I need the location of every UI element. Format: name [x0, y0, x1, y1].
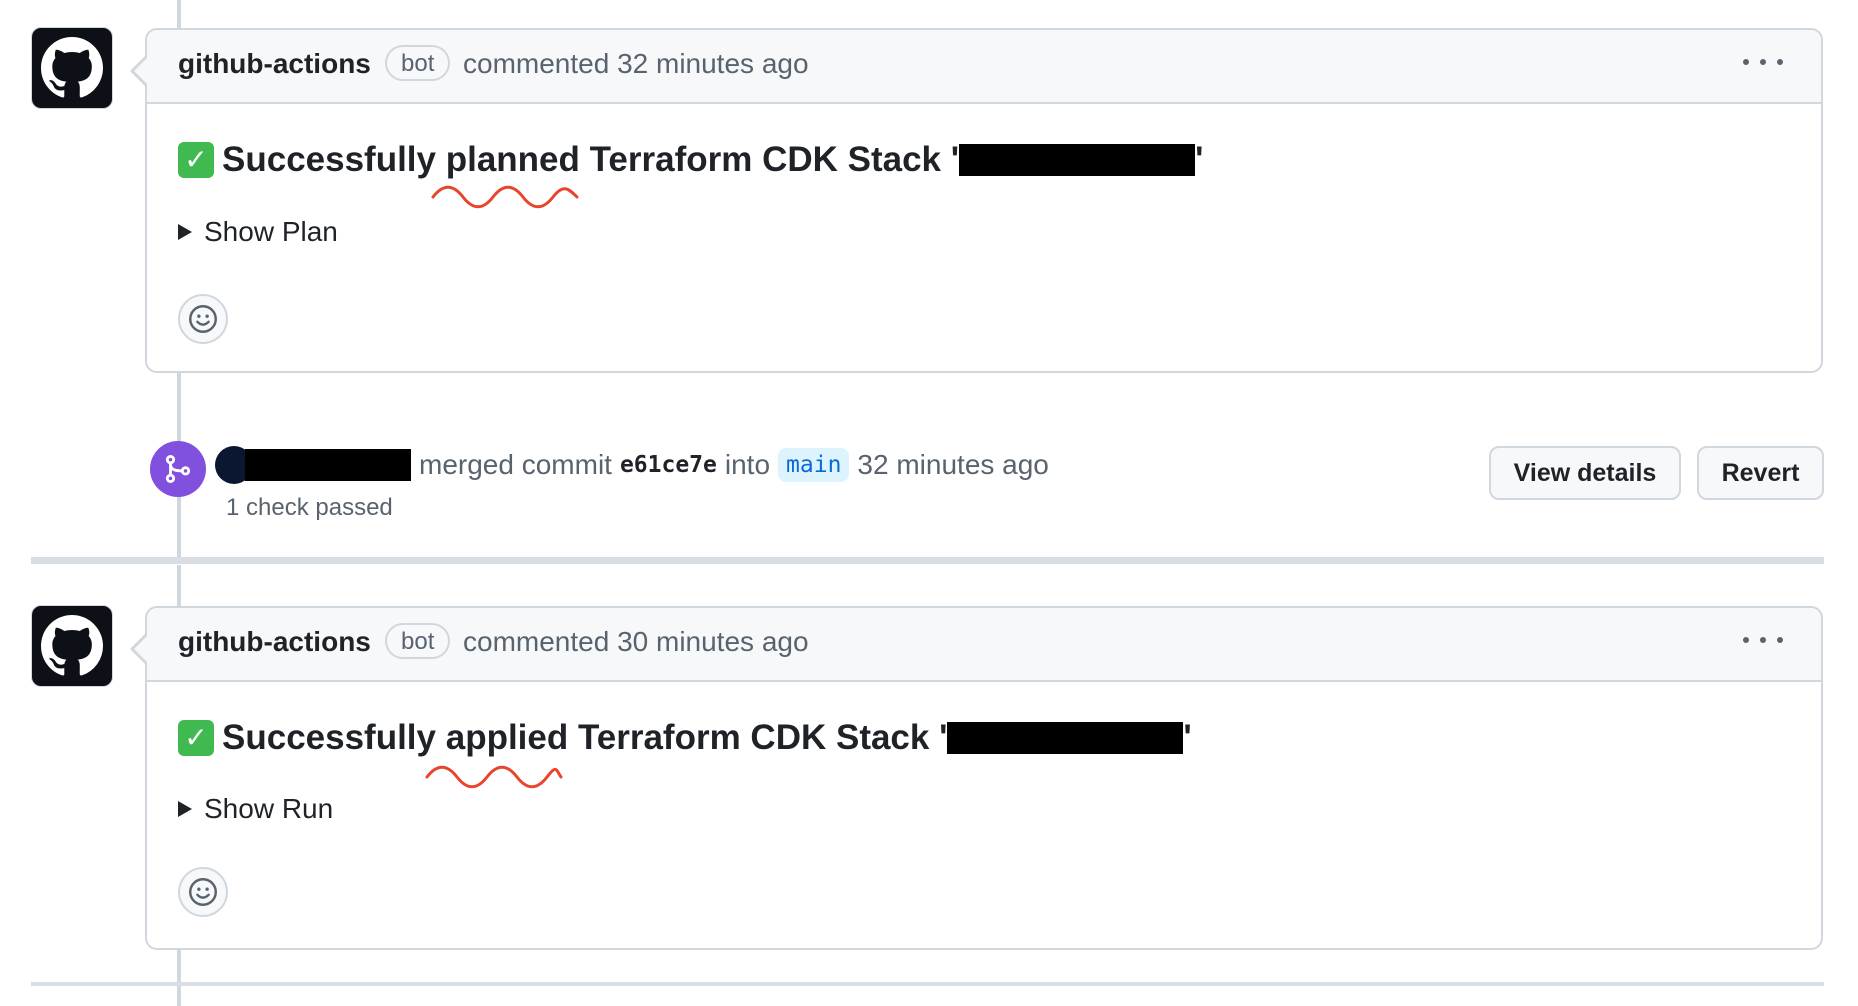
redacted-username [245, 449, 411, 481]
github-octocat-icon [41, 37, 103, 98]
details-summary: Show Run [204, 793, 334, 824]
bot-badge: bot [385, 623, 451, 659]
into-text: into [724, 449, 771, 480]
timeline-divider [31, 557, 1824, 564]
comment-headline: ✓ Successfully applied Terraform CDK Sta… [178, 718, 1192, 758]
github-actions-avatar[interactable] [31, 27, 113, 109]
check-mark-icon: ✓ [178, 142, 214, 178]
details-summary: Show Plan [204, 216, 338, 247]
comment-box: github-actions bot commented 32 minutes … [130, 28, 1823, 373]
commit-sha-link[interactable]: e61ce7e [620, 452, 717, 478]
comment-timestamp[interactable]: commented 32 minutes ago [463, 48, 809, 80]
comment-header: github-actions bot commented 32 minutes … [147, 30, 1821, 104]
headline-text: Successfully planned Terraform CDK Stack… [222, 140, 960, 179]
check-mark-icon: ✓ [178, 720, 214, 756]
add-reaction-button[interactable] [178, 294, 228, 344]
view-details-button[interactable]: View details [1489, 446, 1681, 500]
headline-text: Successfully applied Terraform CDK Stack… [222, 718, 948, 757]
bot-badge: bot [385, 45, 451, 81]
kebab-horizontal-icon[interactable] [1743, 50, 1783, 74]
redacted-block [959, 144, 1196, 176]
smiley-icon [189, 305, 217, 333]
headline-end: ' [1195, 140, 1204, 179]
timeline-divider [31, 982, 1824, 986]
comment-author[interactable]: github-actions [178, 626, 371, 658]
headline-end: ' [1183, 718, 1192, 757]
red-annotation-squiggle [431, 185, 579, 209]
merged-commit-text: merged commit [419, 449, 612, 480]
smiley-icon [189, 878, 217, 906]
comment-header: github-actions bot commented 30 minutes … [147, 608, 1821, 682]
merge-event-badge [150, 441, 206, 497]
comment-timestamp[interactable]: commented 30 minutes ago [463, 626, 809, 658]
merge-timestamp[interactable]: 32 minutes ago [857, 449, 1048, 481]
comment-box: github-actions bot commented 30 minutes … [130, 606, 1823, 950]
github-actions-avatar[interactable] [31, 605, 113, 687]
redacted-block [947, 722, 1184, 754]
github-octocat-icon [41, 615, 103, 676]
kebab-horizontal-icon[interactable] [1743, 628, 1783, 652]
revert-button[interactable]: Revert [1697, 446, 1824, 500]
triangle-right-icon [178, 801, 192, 817]
add-reaction-button[interactable] [178, 867, 228, 917]
merge-event-line: merged commit e61ce7e into main 32 minut… [215, 446, 1049, 484]
checks-status[interactable]: 1 check passed [226, 494, 393, 522]
triangle-right-icon [178, 224, 192, 240]
git-merge-icon [165, 455, 191, 483]
branch-name[interactable]: main [778, 448, 850, 482]
comment-headline: ✓ Successfully planned Terraform CDK Sta… [178, 140, 1203, 180]
red-annotation-squiggle [425, 765, 563, 789]
show-plan-toggle[interactable]: Show Plan [178, 216, 338, 248]
show-run-toggle[interactable]: Show Run [178, 793, 333, 825]
comment-author[interactable]: github-actions [178, 48, 371, 80]
